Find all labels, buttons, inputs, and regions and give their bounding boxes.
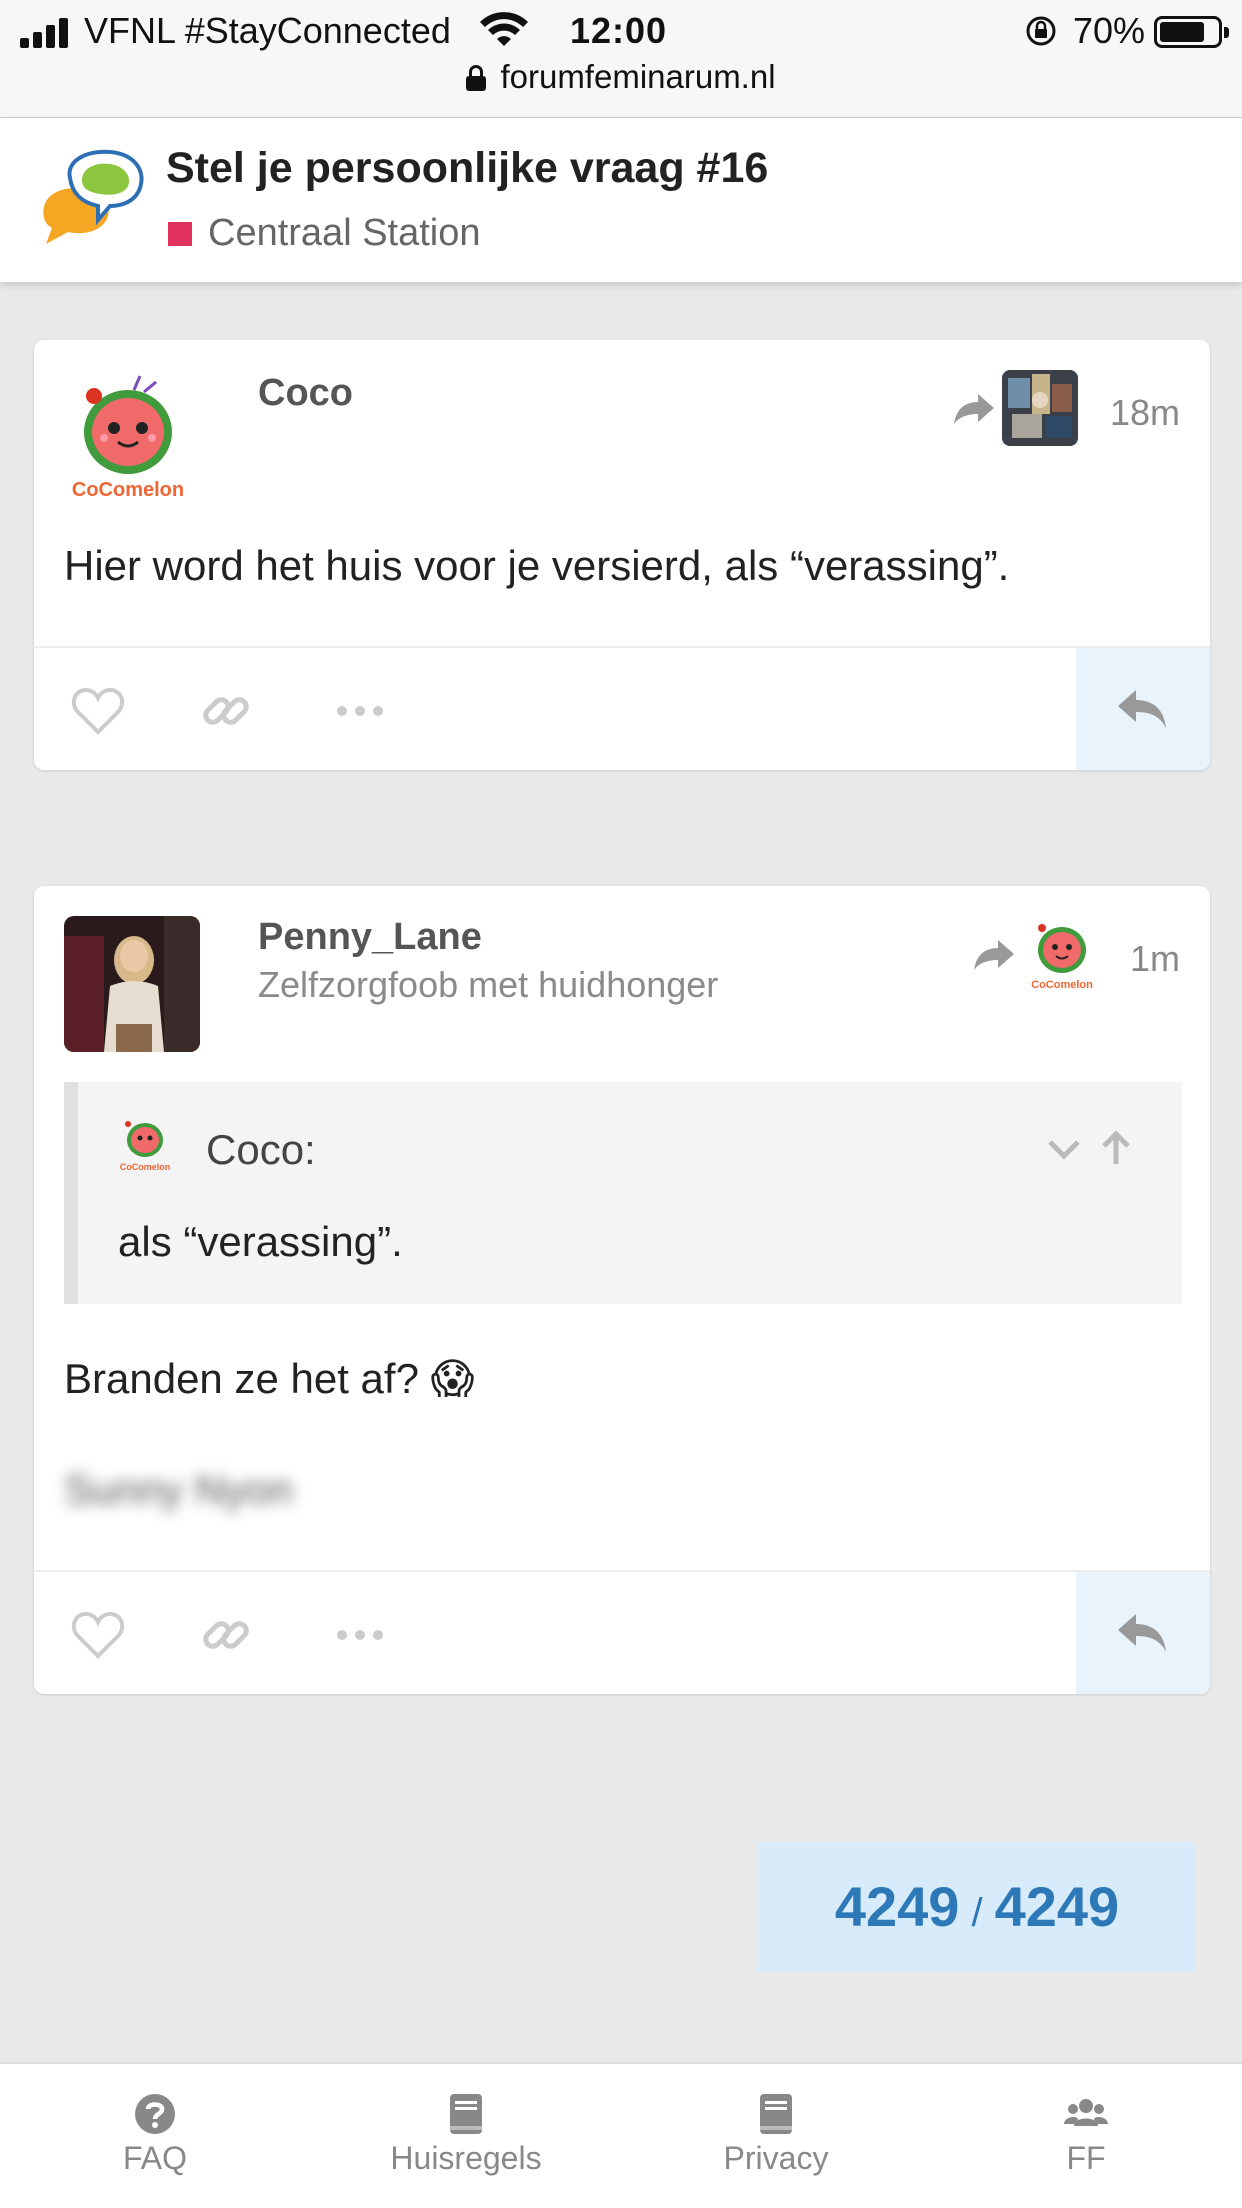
- expand-quote-chevron-icon[interactable]: [1044, 1128, 1084, 1168]
- category-color-badge: [168, 222, 192, 246]
- link-icon[interactable]: [198, 684, 254, 738]
- post-time[interactable]: 18m: [1110, 392, 1180, 434]
- painting-thumbnail-icon: [1002, 370, 1078, 446]
- reply-to-arrow-icon[interactable]: [952, 392, 996, 426]
- address-bar[interactable]: forumfeminarum.nl: [0, 58, 1242, 96]
- footer-nav: FAQ Huisregels Privacy FF: [0, 2062, 1242, 2208]
- post-actions: [34, 1570, 1210, 1694]
- nav-faq[interactable]: FAQ: [25, 2092, 285, 2177]
- svg-text:CoComelon: CoComelon: [120, 1162, 171, 1172]
- progress-current: 4249: [834, 1875, 960, 1938]
- reply-to-avatar[interactable]: [1002, 370, 1078, 446]
- nav-label: Huisregels: [390, 2140, 542, 2176]
- post-penny-lane: Penny_Lane Zelfzorgfoob met huidhonger C…: [34, 886, 1210, 1694]
- nav-privacy[interactable]: Privacy: [646, 2092, 906, 2177]
- screaming-face-emoji: 😱: [430, 1355, 475, 1402]
- reply-to-avatar[interactable]: CoComelon: [1024, 916, 1100, 992]
- post-username[interactable]: Penny_Lane: [258, 916, 482, 959]
- carrier-name: VFNL #StayConnected: [84, 10, 451, 51]
- post-time[interactable]: 1m: [1130, 938, 1180, 980]
- quote-block: CoComelon Coco: als “verassing”.: [64, 1082, 1182, 1304]
- wifi-icon: [480, 12, 528, 46]
- reply-to-arrow-icon[interactable]: [972, 938, 1016, 972]
- battery-percentage: 70%: [1073, 10, 1146, 51]
- post-coco: CoComelon Coco 18m Hier word het huis vo…: [34, 340, 1210, 770]
- post-body: Hier word het huis voor je versierd, als…: [64, 542, 1010, 589]
- user-title: Zelfzorgfoob met huidhonger: [258, 964, 719, 1005]
- cocomelon-avatar-icon: CoComelon: [64, 368, 200, 504]
- more-options-icon[interactable]: [332, 1608, 388, 1662]
- topic-title[interactable]: Stel je persoonlijke vraag #16: [166, 144, 768, 193]
- book-icon: [760, 2094, 792, 2134]
- post-actions: [34, 646, 1210, 770]
- progress-total: 4249: [994, 1875, 1120, 1938]
- avatar-coco[interactable]: CoComelon: [64, 368, 200, 504]
- nav-label: FF: [1066, 2140, 1106, 2176]
- quote-text: als “verassing”.: [118, 1218, 403, 1265]
- avatar-penny-lane[interactable]: [64, 916, 200, 1052]
- topic-header: Stel je persoonlijke vraag #16 Centraal …: [0, 118, 1242, 282]
- nav-label: Privacy: [723, 2140, 829, 2176]
- rotation-lock-icon: [1026, 16, 1056, 46]
- status-bar: VFNL #StayConnected 12:00 70% forumfemin…: [0, 0, 1242, 118]
- go-to-quoted-post-arrow-icon[interactable]: [1096, 1128, 1136, 1168]
- battery-icon: [1154, 16, 1229, 48]
- topic-progress[interactable]: 4249/4249: [758, 1842, 1196, 1972]
- question-circle-icon: [135, 2094, 175, 2134]
- nav-ff[interactable]: FF: [956, 2092, 1216, 2177]
- post-body-text: Branden ze het af?: [64, 1355, 419, 1402]
- more-options-icon[interactable]: [332, 684, 388, 738]
- like-heart-icon[interactable]: [70, 1608, 126, 1662]
- post-username[interactable]: Coco: [258, 372, 353, 415]
- like-heart-icon[interactable]: [70, 684, 126, 738]
- padlock-icon: [466, 65, 487, 91]
- clock: 12:00: [570, 10, 668, 51]
- svg-text:CoComelon: CoComelon: [1031, 979, 1093, 991]
- svg-text:CoComelon: CoComelon: [72, 479, 184, 501]
- link-icon[interactable]: [198, 1608, 254, 1662]
- category-name[interactable]: Centraal Station: [208, 212, 481, 255]
- book-icon: [450, 2094, 482, 2134]
- reply-icon: [1118, 1614, 1166, 1652]
- user-photo-icon: [64, 916, 200, 1052]
- post-body: Branden ze het af? 😱: [64, 1354, 474, 1403]
- users-icon: [1064, 2099, 1108, 2126]
- reply-button[interactable]: [1076, 1572, 1210, 1694]
- reply-button[interactable]: [1076, 648, 1210, 770]
- reply-icon: [1118, 690, 1166, 728]
- quote-avatar-icon: CoComelon: [120, 1121, 171, 1172]
- url-text: forumfeminarum.nl: [500, 58, 776, 95]
- blurred-signature: Sunny Nyon: [64, 1466, 293, 1513]
- site-logo[interactable]: [36, 148, 148, 248]
- nav-huisregels[interactable]: Huisregels: [336, 2092, 596, 2177]
- nav-label: FAQ: [122, 2140, 187, 2176]
- quote-username[interactable]: Coco:: [206, 1126, 316, 1174]
- progress-separator: /: [971, 1891, 983, 1935]
- cocomelon-avatar-icon: CoComelon: [1024, 916, 1100, 992]
- cellular-signal-icon: [20, 18, 74, 48]
